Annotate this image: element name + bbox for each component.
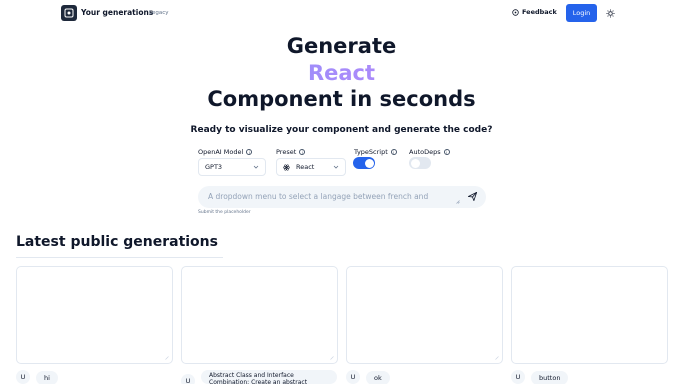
top-bar: Your generations Legacy Feedback Login (0, 0, 683, 26)
hero-title-framework: React (0, 61, 683, 85)
preset-label: Preset i (276, 148, 306, 156)
login-button[interactable]: Login (566, 4, 597, 22)
generation-label[interactable]: ok (366, 371, 390, 384)
send-icon[interactable] (467, 191, 478, 202)
info-icon[interactable]: i (443, 149, 450, 155)
generation-card[interactable] (181, 266, 338, 364)
autodeps-label: AutoDeps i (409, 148, 450, 156)
theme-toggle-sun-icon[interactable] (605, 8, 615, 18)
section-divider (16, 257, 223, 258)
app-title[interactable]: Your generations (81, 8, 153, 17)
app-logo-icon[interactable] (61, 5, 77, 21)
model-select-value: GPT3 (205, 163, 223, 171)
generation-label[interactable]: hi (36, 371, 58, 384)
prompt-input-value: A dropdown menu to select a langage betw… (208, 192, 429, 201)
preset-select-value: React (296, 163, 315, 171)
prompt-input[interactable]: A dropdown menu to select a langage betw… (198, 186, 486, 208)
hero-title-line1: Generate (286, 34, 397, 58)
feedback-icon (512, 8, 519, 16)
feedback-label: Feedback (522, 8, 557, 16)
chevron-down-icon (333, 165, 339, 169)
prompt-hint: Submit the placeholder (198, 210, 251, 215)
typescript-label-text: TypeScript (354, 148, 388, 156)
generation-card[interactable] (346, 266, 503, 364)
info-icon[interactable]: i (246, 149, 253, 155)
toggle-knob (410, 158, 420, 168)
resize-handle-icon (165, 356, 169, 360)
avatar[interactable]: U (16, 370, 30, 384)
hero-subtitle: Ready to visualize your component and ge… (190, 125, 493, 135)
model-label: OpenAI Model i (198, 148, 253, 156)
chevron-down-icon (253, 165, 259, 169)
feedback-button[interactable]: Feedback (512, 8, 557, 16)
typescript-label: TypeScript i (354, 148, 397, 156)
preset-label-text: Preset (276, 148, 297, 156)
info-icon[interactable]: i (299, 149, 306, 155)
info-icon[interactable]: i (390, 149, 397, 155)
preset-select[interactable]: React (276, 158, 346, 176)
hero-title-line3: Component in seconds (207, 87, 476, 111)
model-select[interactable]: GPT3 (198, 158, 266, 176)
legacy-link[interactable]: Legacy (149, 10, 169, 16)
typescript-toggle[interactable] (353, 157, 375, 169)
generation-label[interactable]: Abstract Class and Interface Combination… (201, 370, 337, 384)
toggle-knob (364, 158, 374, 168)
avatar[interactable]: U (511, 370, 525, 384)
generation-card[interactable] (16, 266, 173, 364)
resize-handle-icon (495, 356, 499, 360)
resize-handle-icon (330, 356, 334, 360)
avatar[interactable]: U (346, 370, 360, 384)
model-label-text: OpenAI Model (198, 148, 244, 156)
latest-section-title: Latest public generations (16, 234, 218, 250)
generation-card[interactable] (511, 266, 668, 364)
generation-label[interactable]: button (531, 371, 569, 384)
resize-handle-icon[interactable] (456, 200, 460, 204)
autodeps-label-text: AutoDeps (409, 148, 441, 156)
avatar[interactable]: U (181, 374, 195, 384)
react-icon (283, 164, 290, 170)
autodeps-toggle[interactable] (409, 157, 431, 169)
